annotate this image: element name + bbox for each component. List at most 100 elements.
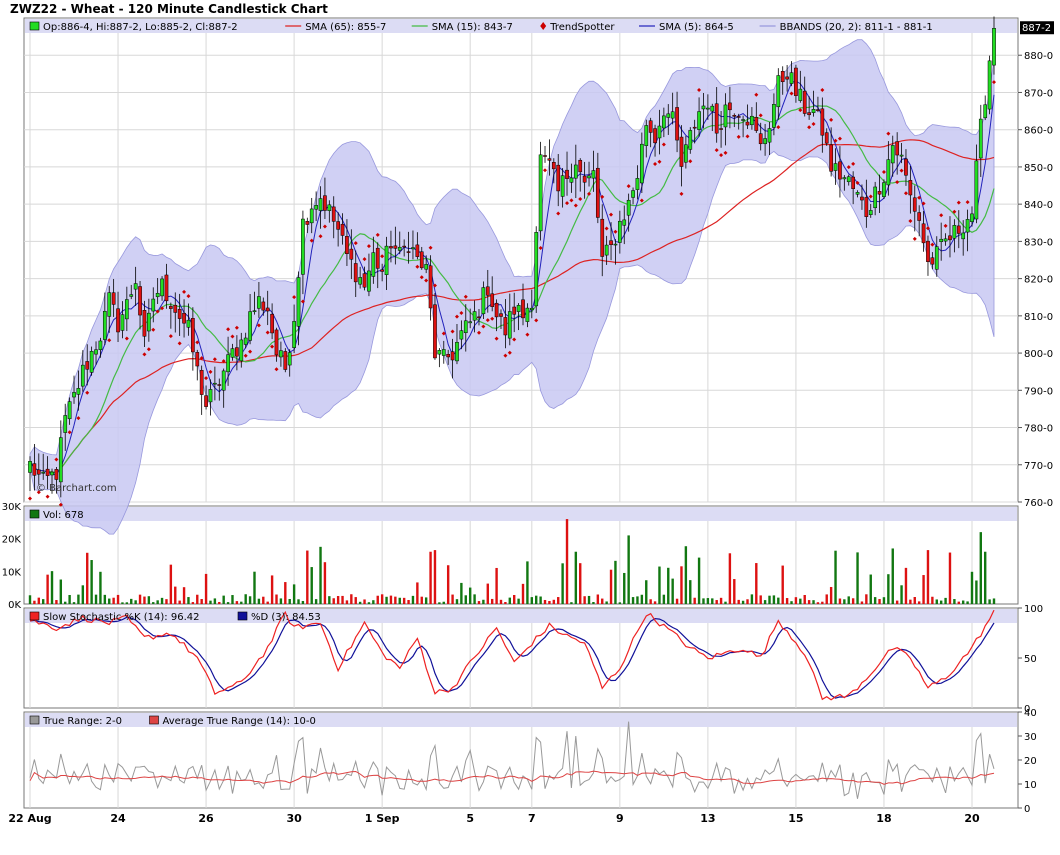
price-axis-label: 830-0 <box>1024 237 1053 248</box>
candle <box>864 197 869 217</box>
volume-bar <box>601 598 604 604</box>
volume-bar <box>737 599 740 604</box>
candle <box>609 240 613 246</box>
volume-bar <box>895 600 899 604</box>
volume-bar <box>640 594 644 604</box>
candle <box>811 108 816 113</box>
volume-bar <box>543 599 547 604</box>
candle <box>177 308 182 319</box>
candle <box>380 269 384 272</box>
volume-bar <box>719 597 723 604</box>
x-axis-label: 26 <box>198 812 214 825</box>
candle <box>146 312 151 332</box>
volume-bar <box>741 600 745 604</box>
candle <box>745 121 750 126</box>
candle <box>270 313 274 334</box>
candle <box>191 318 195 353</box>
volume-bar <box>213 598 217 604</box>
candle <box>886 159 891 186</box>
volume-bar <box>218 601 221 604</box>
volume-legend-label: Vol: 678 <box>43 510 84 521</box>
volume-bar <box>204 573 208 604</box>
candle <box>824 132 829 144</box>
volume-bar <box>328 596 331 604</box>
volume-bar <box>504 602 507 604</box>
candle <box>706 107 710 110</box>
volume-bar <box>411 595 415 604</box>
volume-bar <box>609 569 613 604</box>
candle <box>573 164 578 179</box>
volume-bar <box>81 585 85 604</box>
volume-bar <box>662 594 666 604</box>
volume-bar <box>935 599 938 604</box>
volume-bar <box>799 598 802 604</box>
candle <box>943 238 948 242</box>
volume-bar <box>416 582 419 604</box>
volume-bar <box>684 546 688 604</box>
volume-bar <box>306 550 309 604</box>
candle <box>129 294 134 297</box>
candle <box>785 76 789 80</box>
candle <box>890 145 895 164</box>
volume-bar <box>618 602 622 604</box>
volume-bar <box>174 586 177 604</box>
volume-bar <box>517 598 520 604</box>
candle <box>160 278 164 297</box>
x-axis-label: 18 <box>876 812 891 825</box>
price-axis-label: 880-0 <box>1024 51 1053 62</box>
candle <box>948 235 952 241</box>
candle <box>635 178 640 190</box>
volume-bar <box>482 599 485 604</box>
candle <box>512 306 517 315</box>
volume-bar <box>147 596 151 604</box>
volume-bar <box>125 602 129 604</box>
volume-bar <box>587 595 591 604</box>
candle <box>992 27 996 66</box>
volume-bar <box>42 599 45 604</box>
candle <box>688 130 693 150</box>
candle <box>838 161 842 180</box>
volume-bar <box>847 596 850 604</box>
candle <box>58 437 63 483</box>
candle <box>622 219 627 226</box>
volume-bar <box>182 587 186 604</box>
price-axis-label: 780-0 <box>1024 424 1053 435</box>
volume-bar <box>878 599 881 604</box>
candle <box>547 158 552 161</box>
candle <box>899 154 904 157</box>
volume-bar <box>200 599 203 604</box>
volume-bar <box>653 601 657 604</box>
volume-bar <box>873 597 877 604</box>
volume-bar <box>68 594 71 604</box>
volume-bar <box>156 600 159 604</box>
volume-bar <box>513 595 516 604</box>
candle <box>908 180 913 196</box>
candle <box>556 164 561 192</box>
volume-bar <box>262 596 265 604</box>
volume-bar <box>178 600 181 604</box>
volume-bar <box>86 552 89 604</box>
volume-bar <box>367 602 371 604</box>
candle <box>151 298 156 312</box>
candle <box>926 240 930 262</box>
volume-bar <box>108 598 111 604</box>
candle <box>816 109 820 111</box>
candle <box>459 330 464 340</box>
volume-bar <box>187 597 190 604</box>
volume-bar <box>667 567 670 604</box>
volume-bar <box>134 600 137 604</box>
volume-bar <box>693 597 696 604</box>
candle <box>217 384 222 386</box>
atr-axis-label: 20 <box>1024 756 1037 767</box>
volume-bar <box>50 571 54 604</box>
volume-bar <box>138 594 142 604</box>
candle <box>534 232 539 307</box>
price-legend-label: SMA (15): 843-7 <box>432 22 513 33</box>
candle <box>213 382 217 385</box>
volume-bar <box>658 566 661 604</box>
candle <box>406 251 411 253</box>
candle <box>697 111 701 130</box>
atr-legend-swatch <box>149 715 159 725</box>
volume-bar <box>376 595 379 604</box>
volume-bar <box>557 597 560 604</box>
